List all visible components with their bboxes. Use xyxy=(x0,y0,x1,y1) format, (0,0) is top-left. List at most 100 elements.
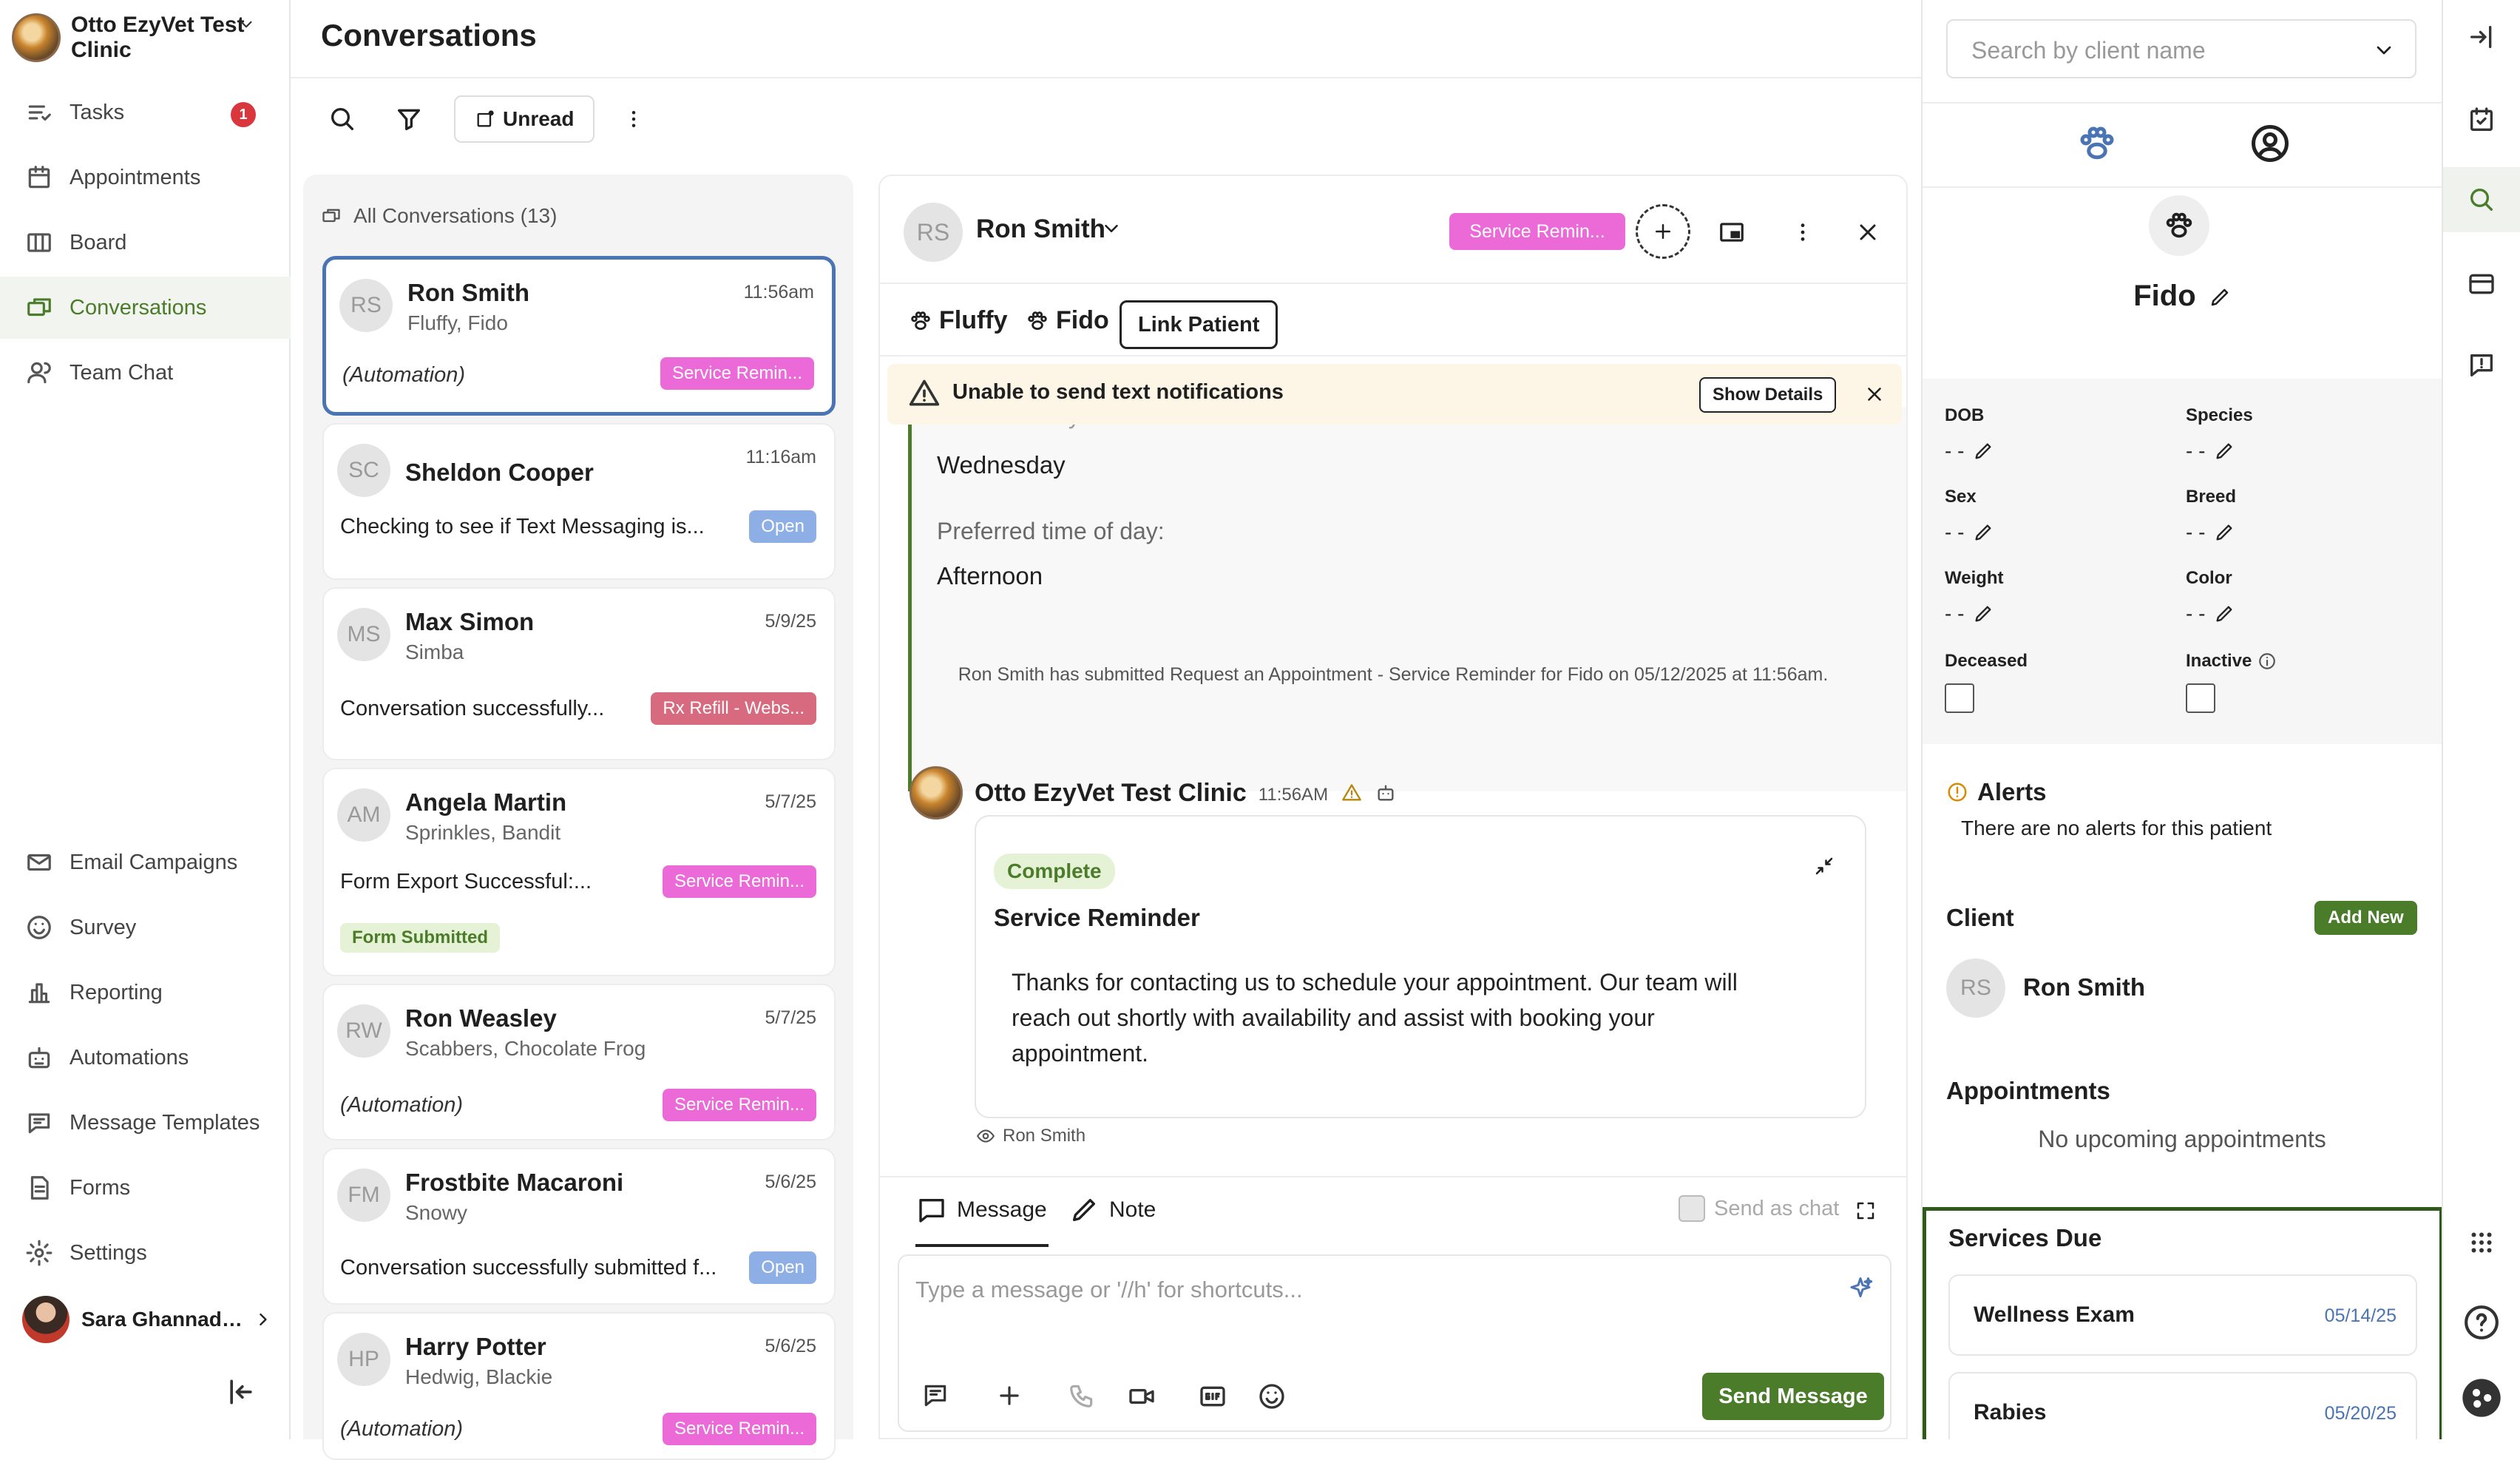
gif-icon[interactable] xyxy=(1198,1382,1227,1411)
nav-conversations[interactable]: Conversations xyxy=(0,277,291,339)
tasks-panel-icon[interactable] xyxy=(2443,87,2520,152)
help-icon[interactable] xyxy=(2443,1290,2520,1355)
conversation-item[interactable]: HP Harry Potter Hedwig, Blackie 5/6/25 (… xyxy=(322,1312,836,1460)
chevron-down-icon[interactable] xyxy=(2372,38,2396,62)
timestamp: 5/6/25 xyxy=(765,1172,816,1192)
plus-icon[interactable] xyxy=(995,1382,1023,1410)
nav-label: Reporting xyxy=(70,980,163,1004)
nav-appointments[interactable]: Appointments xyxy=(0,146,291,209)
templates-icon[interactable] xyxy=(921,1382,949,1410)
unread-filter-button[interactable]: Unread xyxy=(454,95,595,143)
collapse-sidebar-icon[interactable] xyxy=(225,1376,257,1408)
link-patient-button[interactable]: Link Patient xyxy=(1120,300,1278,349)
add-participant-button[interactable] xyxy=(1636,204,1690,259)
plus-icon xyxy=(1656,224,1670,239)
nav-forms[interactable]: Forms xyxy=(0,1157,291,1219)
add-new-client-button[interactable]: Add New xyxy=(2314,901,2417,935)
chat-contact-name[interactable]: Ron Smith xyxy=(976,214,1105,244)
search-icon[interactable] xyxy=(321,98,364,141)
pencil-icon[interactable] xyxy=(1973,604,1994,624)
conversation-item[interactable]: MS Max Simon Simba 5/9/25 Conversation s… xyxy=(322,587,836,760)
message-preview: Checking to see if Text Messaging is... xyxy=(340,515,705,538)
tab-note[interactable]: Note xyxy=(1069,1195,1156,1225)
collapse-panel-icon[interactable] xyxy=(2443,4,2520,70)
phone-icon[interactable] xyxy=(1068,1382,1096,1410)
pet-chip[interactable]: Fido xyxy=(1025,306,1109,335)
send-as-chat-toggle[interactable]: Send as chat xyxy=(1679,1195,1839,1222)
conversation-item[interactable]: RS Ron Smith Fluffy, Fido 11:56am (Autom… xyxy=(322,256,836,416)
pencil-icon[interactable] xyxy=(2214,604,2235,624)
pencil-icon[interactable] xyxy=(2214,522,2235,543)
conversation-item[interactable]: AM Angela Martin Sprinkles, Bandit 5/7/2… xyxy=(322,768,836,976)
apps-grid-icon[interactable] xyxy=(2443,1210,2520,1275)
nav-board[interactable]: Board xyxy=(0,212,291,274)
survey-icon xyxy=(27,916,51,939)
video-icon[interactable] xyxy=(1127,1382,1156,1411)
status-badge[interactable]: Service Remin... xyxy=(1449,213,1625,250)
chevron-down-icon[interactable] xyxy=(237,15,256,34)
client-name[interactable]: Ron Smith xyxy=(2023,973,2145,1001)
user-menu[interactable]: Sara Ghannadian xyxy=(22,1296,274,1343)
seen-by-name: Ron Smith xyxy=(1003,1126,1086,1146)
more-vertical-icon[interactable] xyxy=(612,98,655,141)
assistant-icon[interactable] xyxy=(2443,1365,2520,1430)
ai-sparkle-icon[interactable] xyxy=(1847,1275,1874,1302)
pencil-icon[interactable] xyxy=(1973,522,1994,543)
send-message-button[interactable]: Send Message xyxy=(1702,1373,1884,1420)
picture-in-picture-icon[interactable] xyxy=(1713,213,1751,251)
payment-card-icon[interactable] xyxy=(2443,251,2520,317)
pencil-icon[interactable] xyxy=(1973,441,1994,462)
client-search-input[interactable]: Search by client name xyxy=(1946,19,2416,78)
more-vertical-icon[interactable] xyxy=(1784,213,1822,251)
field-value-text: - - xyxy=(1945,439,1965,462)
expand-icon[interactable] xyxy=(1855,1200,1877,1222)
nav-automations[interactable]: Automations xyxy=(0,1027,291,1089)
service-item[interactable]: Wellness Exam 05/14/25 xyxy=(1948,1274,2417,1356)
nav-team-chat[interactable]: Team Chat xyxy=(0,342,291,404)
filter-icon[interactable] xyxy=(387,98,430,141)
conversation-item[interactable]: RW Ron Weasley Scabbers, Chocolate Frog … xyxy=(322,984,836,1140)
message-input-placeholder: Type a message or '//h' for shortcuts... xyxy=(915,1277,1303,1302)
pet-chip[interactable]: Fluffy xyxy=(908,306,1008,335)
search-icon[interactable] xyxy=(2443,167,2520,232)
pencil-icon[interactable] xyxy=(2209,286,2231,308)
patient-tab-paw-icon[interactable] xyxy=(2075,121,2119,166)
info-icon[interactable] xyxy=(2258,652,2277,671)
pet-names: Sprinkles, Bandit xyxy=(405,821,561,844)
nav-settings[interactable]: Settings xyxy=(0,1222,291,1284)
conversation-item[interactable]: FM Frostbite Macaroni Snowy 5/6/25 Conve… xyxy=(322,1148,836,1305)
composer: Message Note Send as chat Type a message… xyxy=(880,1176,1906,1438)
close-icon[interactable] xyxy=(1863,383,1886,405)
close-icon[interactable] xyxy=(1849,213,1887,251)
pet-details: DOB - - Species - - Sex - - Breed - - We… xyxy=(1923,379,2442,744)
chevron-down-icon[interactable] xyxy=(1100,217,1122,240)
nav-tasks[interactable]: Tasks 1 xyxy=(0,81,291,143)
service-item[interactable]: Rabies 05/20/25 xyxy=(1948,1372,2417,1439)
tab-message[interactable]: Message xyxy=(917,1195,1047,1225)
show-details-button[interactable]: Show Details xyxy=(1699,377,1837,413)
pet-names: Fluffy, Fido xyxy=(407,311,508,334)
divider xyxy=(1923,186,2442,188)
card-title: Service Reminder xyxy=(994,904,1200,931)
conversation-item[interactable]: SC Sheldon Cooper 11:16am Checking to se… xyxy=(322,423,836,580)
nav-message-templates[interactable]: Message Templates xyxy=(0,1092,291,1154)
message-card: Complete Service Reminder Thanks for con… xyxy=(975,815,1866,1118)
pencil-icon[interactable] xyxy=(2214,441,2235,462)
service-due-date: 05/20/25 xyxy=(2324,1403,2397,1424)
avatar: RW xyxy=(337,1004,390,1058)
nav-email-campaigns[interactable]: Email Campaigns xyxy=(0,831,291,893)
minimize-icon[interactable] xyxy=(1813,855,1835,877)
feedback-icon[interactable] xyxy=(2443,333,2520,398)
patient-panel: Search by client name Fido DOB - - Speci… xyxy=(1921,0,2442,1439)
nav-reporting[interactable]: Reporting xyxy=(0,961,291,1024)
emoji-icon[interactable] xyxy=(1257,1382,1287,1411)
deceased-checkbox[interactable] xyxy=(1945,683,1974,713)
inactive-checkbox[interactable] xyxy=(2186,683,2215,713)
field-value-text: - - xyxy=(1945,521,1965,544)
message-input[interactable]: Type a message or '//h' for shortcuts... xyxy=(898,1254,1891,1432)
nav-survey[interactable]: Survey xyxy=(0,896,291,959)
clinic-switcher[interactable]: Otto EzyVet Test Clinic xyxy=(12,12,256,64)
client-tab-user-icon[interactable] xyxy=(2248,121,2292,166)
send-as-chat-checkbox[interactable] xyxy=(1679,1195,1705,1222)
message-preview: (Automation) xyxy=(340,1093,464,1117)
